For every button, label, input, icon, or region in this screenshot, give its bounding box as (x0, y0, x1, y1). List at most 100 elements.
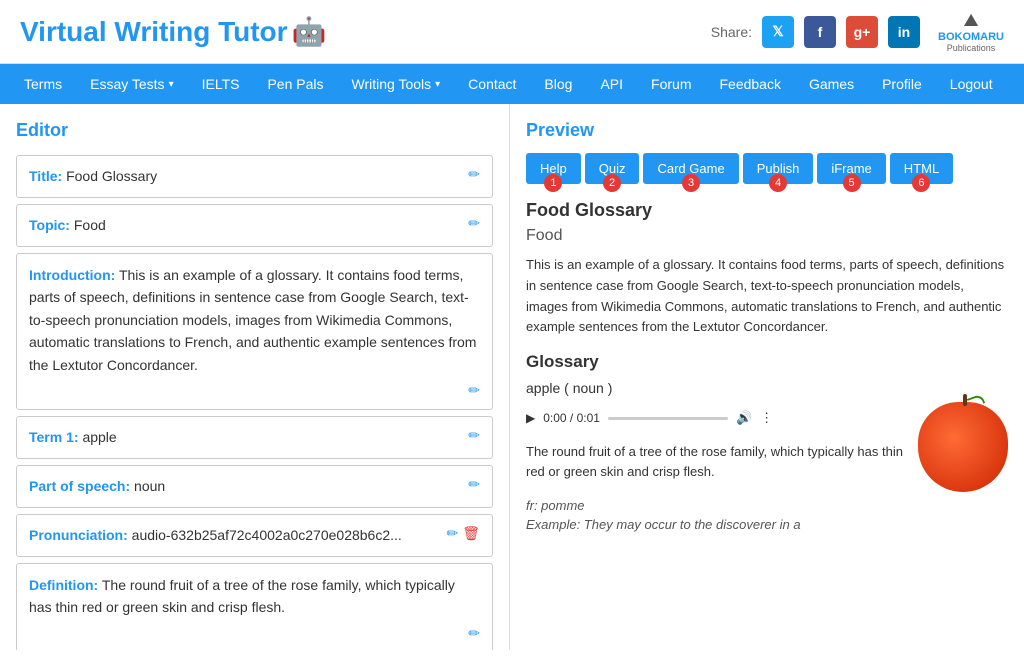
title-field: Title: Food Glossary ✏ (16, 155, 493, 198)
share-label: Share: (711, 24, 752, 40)
help-badge: 1 (544, 174, 562, 192)
topic-value: Food (74, 217, 106, 233)
term1-content: Term 1: apple (29, 427, 460, 448)
nav-writing-tools[interactable]: Writing Tools (338, 64, 455, 104)
title-value: Food Glossary (66, 168, 157, 184)
definition-label: Definition: (29, 577, 98, 593)
topic-content: Topic: Food (29, 215, 460, 236)
iframe-btn[interactable]: iFrame 5 (817, 153, 885, 184)
preview-title: Preview (526, 120, 1008, 141)
term1-field: Term 1: apple ✏ (16, 416, 493, 459)
header-right: Share: 𝕏 f g+ in ⛰ BOKOMARU Publications (711, 10, 1004, 53)
topic-edit-icon[interactable]: ✏ (468, 215, 480, 232)
publisher-logo: ⛰ BOKOMARU Publications (938, 10, 1004, 53)
pos-label: Part of speech: (29, 478, 130, 494)
quiz-badge: 2 (603, 174, 621, 192)
pos-value: noun (134, 478, 165, 494)
nav-blog[interactable]: Blog (530, 64, 586, 104)
logo: Virtual Writing Tutor 🤖 (20, 15, 326, 48)
logo-black: Virtual (20, 16, 114, 47)
publisher-name: BOKOMARU (938, 31, 1004, 43)
card-game-badge: 3 (682, 174, 700, 192)
apple-placeholder (918, 402, 1008, 492)
play-icon[interactable]: ▶ (526, 411, 535, 425)
preview-content: Food Glossary Food This is an example of… (526, 200, 1008, 532)
nav-feedback[interactable]: Feedback (705, 64, 794, 104)
pronunciation-field: Pronunciation: audio-632b25af72c4002a0c2… (16, 514, 493, 557)
pos-edit-icon[interactable]: ✏ (468, 476, 480, 493)
nav-terms[interactable]: Terms (10, 64, 76, 104)
preview-panel: Preview Help 1 Quiz 2 Card Game 3 Publis… (510, 104, 1024, 650)
googleplus-share-button[interactable]: g+ (846, 16, 878, 48)
publish-btn[interactable]: Publish 4 (743, 153, 814, 184)
nav-essay-tests[interactable]: Essay Tests (76, 64, 187, 104)
linkedin-share-button[interactable]: in (888, 16, 920, 48)
title-edit-icon[interactable]: ✏ (468, 166, 480, 183)
nav-api[interactable]: API (586, 64, 637, 104)
iframe-badge: 5 (843, 174, 861, 192)
editor-title: Editor (16, 120, 493, 141)
header: Virtual Writing Tutor 🤖 Share: 𝕏 f g+ in… (0, 0, 1024, 64)
audio-time: 0:00 / 0:01 (543, 411, 600, 425)
facebook-share-button[interactable]: f (804, 16, 836, 48)
glossary-heading: Glossary (526, 352, 1008, 372)
logo-blue: Writing Tutor (114, 16, 287, 47)
definition-icon-row: ✏ (29, 625, 480, 642)
apple-example: Example: They may occur to the discovere… (526, 517, 1008, 532)
audio-player: ▶ 0:00 / 0:01 🔊 ⋮ (526, 402, 906, 434)
nav-essay-tests-label: Essay Tests (90, 76, 173, 92)
glossary-entry-apple: apple ( noun ) ▶ 0:00 / 0:01 🔊 ⋮ The rou… (526, 380, 1008, 532)
logo-text: Virtual Writing Tutor (20, 16, 288, 48)
intro-icon-row: ✏ (29, 382, 480, 399)
pronunciation-delete-icon[interactable]: 🗑 (462, 525, 480, 542)
nav-profile[interactable]: Profile (868, 64, 936, 104)
title-content: Title: Food Glossary (29, 166, 460, 187)
nav-games[interactable]: Games (795, 64, 868, 104)
publish-badge: 4 (769, 174, 787, 192)
preview-intro: This is an example of a glossary. It con… (526, 255, 1008, 338)
glossary-term: apple ( noun ) (526, 380, 1008, 396)
intro-field: Introduction: This is an example of a gl… (16, 253, 493, 410)
nav-writing-tools-label: Writing Tools (352, 76, 441, 92)
twitter-share-button[interactable]: 𝕏 (762, 16, 794, 48)
apple-image (918, 402, 1008, 492)
intro-edit-icon[interactable]: ✏ (468, 382, 480, 399)
pronunciation-label: Pronunciation: (29, 527, 128, 543)
nav-contact[interactable]: Contact (454, 64, 530, 104)
publisher-icon: ⛰ (963, 10, 978, 31)
volume-icon[interactable]: 🔊 (736, 410, 752, 426)
preview-buttons: Help 1 Quiz 2 Card Game 3 Publish 4 iFra… (526, 153, 1008, 184)
publisher-sub: Publications (947, 43, 996, 53)
html-badge: 6 (912, 174, 930, 192)
intro-content: Introduction: This is an example of a gl… (29, 264, 480, 376)
preview-topic: Food (526, 227, 1008, 245)
pos-content: Part of speech: noun (29, 476, 460, 497)
term1-label: Term 1: (29, 429, 79, 445)
html-btn[interactable]: HTML 6 (890, 153, 953, 184)
card-game-btn[interactable]: Card Game 3 (643, 153, 738, 184)
navigation: Terms Essay Tests IELTS Pen Pals Writing… (0, 64, 1024, 104)
nav-ielts[interactable]: IELTS (188, 64, 254, 104)
title-label: Title: (29, 168, 62, 184)
main-container: Editor Title: Food Glossary ✏ Topic: Foo… (0, 104, 1024, 650)
nav-forum[interactable]: Forum (637, 64, 705, 104)
quiz-btn[interactable]: Quiz 2 (585, 153, 640, 184)
editor-panel: Editor Title: Food Glossary ✏ Topic: Foo… (0, 104, 510, 650)
term1-value: apple (82, 429, 116, 445)
help-btn[interactable]: Help 1 (526, 153, 581, 184)
term1-edit-icon[interactable]: ✏ (468, 427, 480, 444)
intro-label: Introduction: (29, 267, 115, 283)
audio-more-icon[interactable]: ⋮ (760, 410, 773, 426)
apple-translation: fr: pomme (526, 498, 1008, 513)
definition-content: Definition: The round fruit of a tree of… (29, 574, 480, 619)
nav-pen-pals[interactable]: Pen Pals (253, 64, 337, 104)
nav-logout[interactable]: Logout (936, 64, 1007, 104)
definition-edit-icon[interactable]: ✏ (468, 625, 480, 642)
apple-definition: The round fruit of a tree of the rose fa… (526, 442, 906, 481)
topic-label: Topic: (29, 217, 70, 233)
topic-field: Topic: Food ✏ (16, 204, 493, 247)
pronunciation-edit-icon[interactable]: ✏ (446, 525, 458, 542)
audio-progress-bar[interactable] (608, 417, 728, 420)
preview-glossary-title: Food Glossary (526, 200, 1008, 221)
pos-field: Part of speech: noun ✏ (16, 465, 493, 508)
